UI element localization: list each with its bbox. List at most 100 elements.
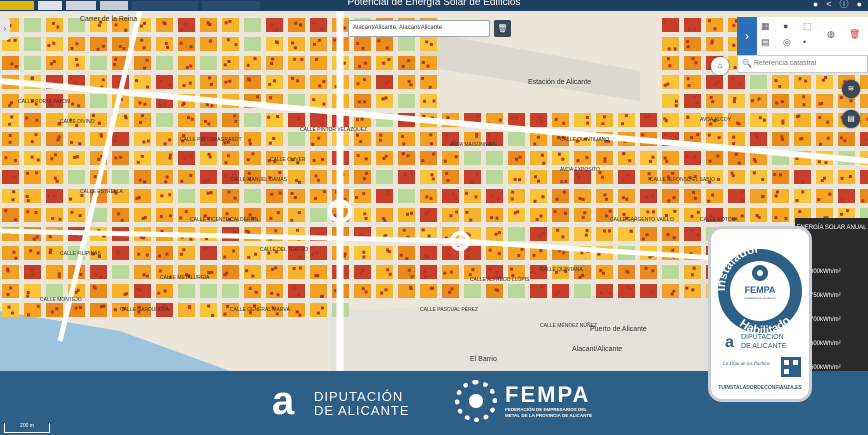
roof-cell (667, 199, 671, 203)
roof-cell (645, 195, 649, 199)
building-icon[interactable]: ▦ (761, 21, 770, 32)
roof-cell (578, 197, 582, 201)
roof-cell (158, 269, 162, 273)
user-icon[interactable]: ● (813, 0, 818, 9)
roof-cell (11, 311, 15, 315)
roof-cell (361, 268, 365, 272)
share-icon[interactable]: < (826, 0, 831, 9)
roof-cell (300, 57, 304, 61)
roof-cell (143, 216, 147, 220)
roof-cell (189, 173, 193, 177)
roof-cell (30, 155, 34, 159)
roof-cell (663, 20, 667, 24)
roof-cell (429, 196, 433, 200)
place-label: Estación de Alicante (528, 79, 591, 86)
roof-cell (709, 96, 713, 100)
roof-cell (293, 46, 297, 50)
roof-cell (576, 159, 580, 163)
roof-cell (8, 140, 12, 144)
target-icon[interactable]: ◎ (783, 37, 791, 48)
roof-cell (163, 142, 167, 146)
roof-cell (70, 210, 74, 214)
building-block (596, 113, 613, 127)
building-block (2, 303, 19, 317)
polygon-icon[interactable]: ⬚ (803, 21, 812, 32)
roof-cell (343, 26, 347, 30)
point-icon[interactable]: • (803, 37, 806, 47)
roof-cell (322, 114, 326, 118)
layers-icon[interactable]: ≋ (842, 80, 860, 98)
roof-cell (30, 140, 34, 144)
roof-cell (312, 21, 316, 25)
roof-cell (224, 21, 228, 25)
roof-cell (183, 157, 187, 161)
chevron-right-icon[interactable]: › (737, 17, 757, 55)
roof-cell (406, 154, 410, 158)
basemap-icon[interactable]: ▤ (842, 110, 860, 128)
roof-cell (518, 155, 522, 159)
roof-cell (93, 175, 97, 179)
roof-cell (603, 229, 607, 233)
home-icon[interactable]: ⌂ (711, 57, 729, 75)
roof-cell (145, 274, 149, 278)
cadastral-reference-input[interactable] (754, 57, 864, 70)
building-block (442, 189, 459, 203)
roof-cell (26, 210, 30, 214)
roof-cell (849, 99, 853, 103)
roof-cell (34, 210, 38, 214)
roof-cell (168, 138, 172, 142)
roof-cell (298, 313, 302, 317)
roof-cell (275, 41, 279, 45)
installer-badge[interactable]: Instalador Habilitado FEMPA instaladorco… (708, 226, 812, 402)
roof-cell (409, 122, 413, 126)
search-input[interactable]: Alacant/Alicante, Alacant/Alicante (348, 20, 490, 37)
roof-cell (8, 122, 12, 126)
select-point-icon[interactable]: ● (783, 21, 788, 31)
roof-cell (732, 23, 736, 27)
building-block (552, 284, 569, 298)
roof-cell (168, 153, 172, 157)
roof-cell (97, 157, 101, 161)
cadastral-reference-field[interactable]: 🔍 (737, 55, 868, 73)
roof-cell (58, 217, 62, 221)
building-block (134, 151, 151, 165)
roof-cell (25, 116, 29, 120)
roof-cell (185, 66, 189, 70)
roof-cell (666, 82, 670, 86)
measure-icon[interactable]: ◍ (827, 29, 835, 40)
building-block (728, 94, 745, 108)
roof-cell (730, 171, 734, 175)
roof-cell (34, 133, 38, 137)
roof-cell (711, 193, 715, 197)
roof-cell (626, 173, 630, 177)
roof-cell (541, 195, 545, 199)
roof-cell (652, 210, 656, 214)
building-block (156, 75, 173, 89)
roof-cell (78, 214, 82, 218)
roof-cell (228, 19, 232, 23)
help-icon[interactable]: ● (857, 0, 862, 9)
roof-cell (752, 171, 756, 175)
roof-cell (317, 136, 321, 140)
trash-icon[interactable]: 🗑 (849, 29, 860, 40)
building-icon[interactable]: ▤ (761, 37, 770, 48)
street-label: CALLE OLIVER (270, 157, 306, 163)
side-panel-toggle[interactable]: › (0, 18, 10, 40)
roof-cell (209, 191, 213, 195)
building-block (354, 151, 371, 165)
roof-cell (122, 47, 126, 51)
roof-cell (145, 58, 149, 62)
street-label: CALLE GENERAL MARVÁ (230, 306, 291, 313)
roof-cell (69, 197, 73, 201)
info-icon[interactable]: ⓘ (840, 0, 849, 9)
trash-icon[interactable]: 🗑 (494, 20, 511, 37)
roof-cell (361, 287, 365, 291)
building-block (640, 151, 657, 165)
roof-cell (577, 175, 581, 179)
building-block (310, 284, 327, 298)
roof-cell (671, 171, 675, 175)
roof-cell (732, 135, 736, 139)
roof-cell (50, 157, 54, 161)
roof-cell (319, 123, 323, 127)
roof-cell (621, 122, 625, 126)
